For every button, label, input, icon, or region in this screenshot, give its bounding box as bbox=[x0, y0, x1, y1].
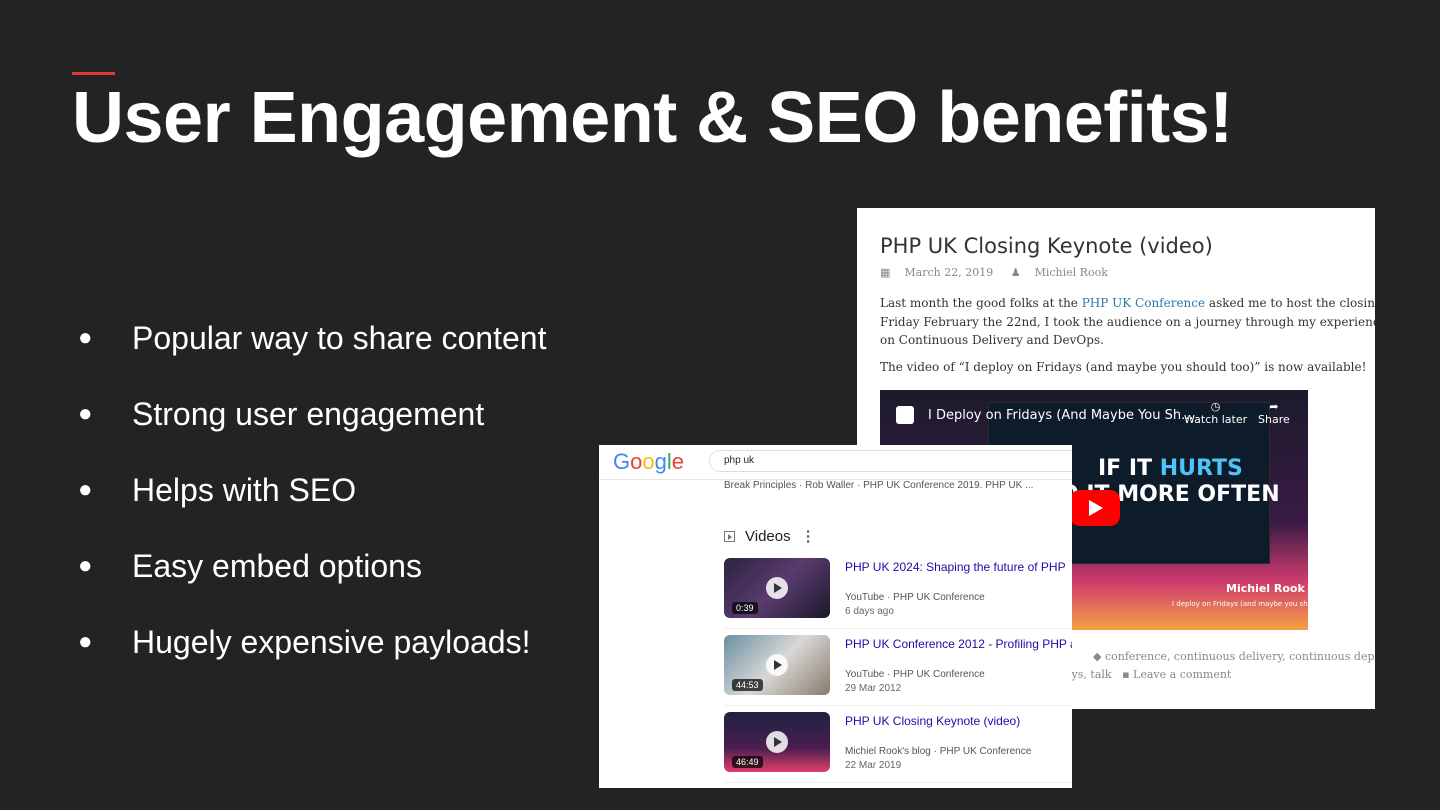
video-duration: 44:53 bbox=[732, 679, 763, 691]
video-result[interactable]: 46:49 PHP UK Closing Keynote (video) Mic… bbox=[724, 712, 1072, 783]
bullet-text: Strong user engagement bbox=[132, 395, 485, 432]
video-result-source: YouTube · PHP UK Conference bbox=[845, 592, 985, 603]
videos-label: Videos bbox=[745, 528, 791, 545]
bullet-item: ● Hugely expensive payloads! bbox=[78, 604, 546, 680]
logo-letter: o bbox=[630, 449, 643, 474]
video-result-date: 22 Mar 2019 bbox=[845, 760, 902, 771]
php-uk-conference-link[interactable]: PHP UK Conference bbox=[1082, 296, 1205, 310]
video-result-date: 6 days ago bbox=[845, 606, 894, 617]
post-author[interactable]: Michiel Rook bbox=[1035, 266, 1108, 279]
share-label: Share bbox=[1258, 413, 1290, 426]
play-icon bbox=[766, 731, 788, 753]
videos-section-header: Videos ⋮ bbox=[724, 527, 816, 545]
bullet-item: ● Easy embed options bbox=[78, 528, 546, 604]
video-subtitle: I deploy on Fridays (and maybe you shoul… bbox=[1172, 600, 1308, 608]
blog-paragraph-video-note: The video of “I deploy on Fridays (and m… bbox=[880, 360, 1367, 374]
search-input[interactable]: php uk bbox=[709, 450, 1072, 472]
bullet-item: ● Helps with SEO bbox=[78, 452, 546, 528]
google-search-screenshot: Google php uk Break Principles · Rob Wal… bbox=[599, 445, 1072, 788]
clock-icon: ◷ bbox=[1210, 400, 1221, 413]
search-result-snippet: Break Principles · Rob Waller · PHP UK C… bbox=[724, 480, 1034, 491]
tag-icon: ◆ bbox=[1093, 650, 1105, 663]
video-duration: 0:39 bbox=[732, 602, 758, 614]
video-result-source: YouTube · PHP UK Conference bbox=[845, 669, 985, 680]
logo-letter: e bbox=[671, 449, 685, 474]
video-result[interactable]: 0:39 PHP UK 2024: Shaping the future of … bbox=[724, 558, 1072, 629]
video-result-title[interactable]: PHP UK Conference 2012 - Profiling PHP a… bbox=[845, 637, 1072, 651]
bullet-dot-icon: ● bbox=[78, 628, 93, 655]
play-icon bbox=[766, 577, 788, 599]
video-result-title[interactable]: PHP UK Closing Keynote (video) bbox=[845, 714, 1020, 728]
video-thumbnail[interactable]: 46:49 bbox=[724, 712, 830, 772]
bullet-dot-icon: ● bbox=[78, 400, 93, 427]
blog-paragraph: Last month the good folks at the PHP UK … bbox=[880, 294, 1375, 350]
para-text: Last month the good folks at the bbox=[880, 296, 1082, 310]
para-text: Friday February the 22nd, I took the aud… bbox=[880, 314, 1375, 329]
play-icon bbox=[766, 654, 788, 676]
video-headline-1: IF IT HURTS bbox=[1098, 456, 1243, 481]
bullet-text: Helps with SEO bbox=[132, 471, 357, 508]
logo-letter: G bbox=[613, 449, 631, 474]
bullet-list: ● Popular way to share content ● Strong us… bbox=[78, 300, 546, 680]
leave-comment-link[interactable]: Leave a comment bbox=[1133, 668, 1231, 681]
para-text: asked me to host the closing ke bbox=[1208, 296, 1375, 310]
watch-later-label: Watch later bbox=[1184, 413, 1248, 426]
google-header: Google php uk bbox=[599, 445, 1072, 480]
post-tags: ◆ conference, continuous delivery, conti… bbox=[1093, 650, 1375, 663]
headline-emphasis: HURTS bbox=[1159, 456, 1243, 481]
share-button[interactable]: ➦ Share bbox=[1258, 400, 1290, 426]
para-text: on Continuous Delivery and DevOps. bbox=[880, 333, 1104, 347]
video-result-title[interactable]: PHP UK 2024: Shaping the future of PHP bbox=[845, 560, 1066, 574]
blog-post-meta: ▦ March 22, 2019 ♟ Michiel Rook bbox=[880, 266, 1122, 279]
user-icon: ♟ bbox=[1010, 266, 1021, 279]
comment-icon: ▪ bbox=[1122, 668, 1130, 681]
bullet-item: ● Popular way to share content bbox=[78, 300, 546, 376]
video-speaker: Michiel Rook bbox=[1226, 582, 1305, 595]
bullet-text: Easy embed options bbox=[132, 547, 422, 584]
channel-logo-icon bbox=[896, 406, 914, 424]
logo-letter: g bbox=[654, 449, 667, 474]
bullet-dot-icon: ● bbox=[78, 552, 93, 579]
more-options-icon[interactable]: ⋮ bbox=[801, 528, 816, 545]
google-logo[interactable]: Google bbox=[613, 449, 684, 475]
slide-title: User Engagement & SEO benefits! bbox=[72, 78, 1233, 158]
post-tags-continued: ays, talk ▪ Leave a comment bbox=[1065, 668, 1231, 681]
video-result-date: 29 Mar 2012 bbox=[845, 683, 902, 694]
bullet-dot-icon: ● bbox=[78, 476, 93, 503]
bullet-text: Popular way to share content bbox=[132, 319, 547, 356]
title-accent-line bbox=[72, 72, 115, 75]
video-section-icon bbox=[724, 531, 735, 542]
calendar-icon: ▦ bbox=[880, 266, 891, 279]
share-icon: ➦ bbox=[1269, 400, 1279, 413]
tags-text[interactable]: conference, continuous delivery, continu… bbox=[1105, 650, 1375, 663]
bullet-dot-icon: ● bbox=[78, 324, 93, 351]
bullet-item: ● Strong user engagement bbox=[78, 376, 546, 452]
logo-letter: o bbox=[642, 449, 655, 474]
video-thumbnail[interactable]: 0:39 bbox=[724, 558, 830, 618]
video-duration: 46:49 bbox=[732, 756, 763, 768]
video-result[interactable]: 44:53 PHP UK Conference 2012 - Profiling… bbox=[724, 635, 1072, 706]
video-thumbnail[interactable]: 44:53 bbox=[724, 635, 830, 695]
watch-later-button[interactable]: ◷ Watch later bbox=[1184, 400, 1247, 426]
video-title[interactable]: I Deploy on Fridays (And Maybe You Sh... bbox=[928, 408, 1194, 423]
video-result-source: Michiel Rook's blog · PHP UK Conference bbox=[845, 746, 1032, 757]
headline-text: IF IT bbox=[1098, 456, 1160, 481]
post-date[interactable]: March 22, 2019 bbox=[904, 266, 993, 279]
blog-post-title[interactable]: PHP UK Closing Keynote (video) bbox=[880, 234, 1213, 258]
play-button-icon[interactable] bbox=[1070, 490, 1120, 526]
bullet-text: Hugely expensive payloads! bbox=[132, 623, 531, 660]
